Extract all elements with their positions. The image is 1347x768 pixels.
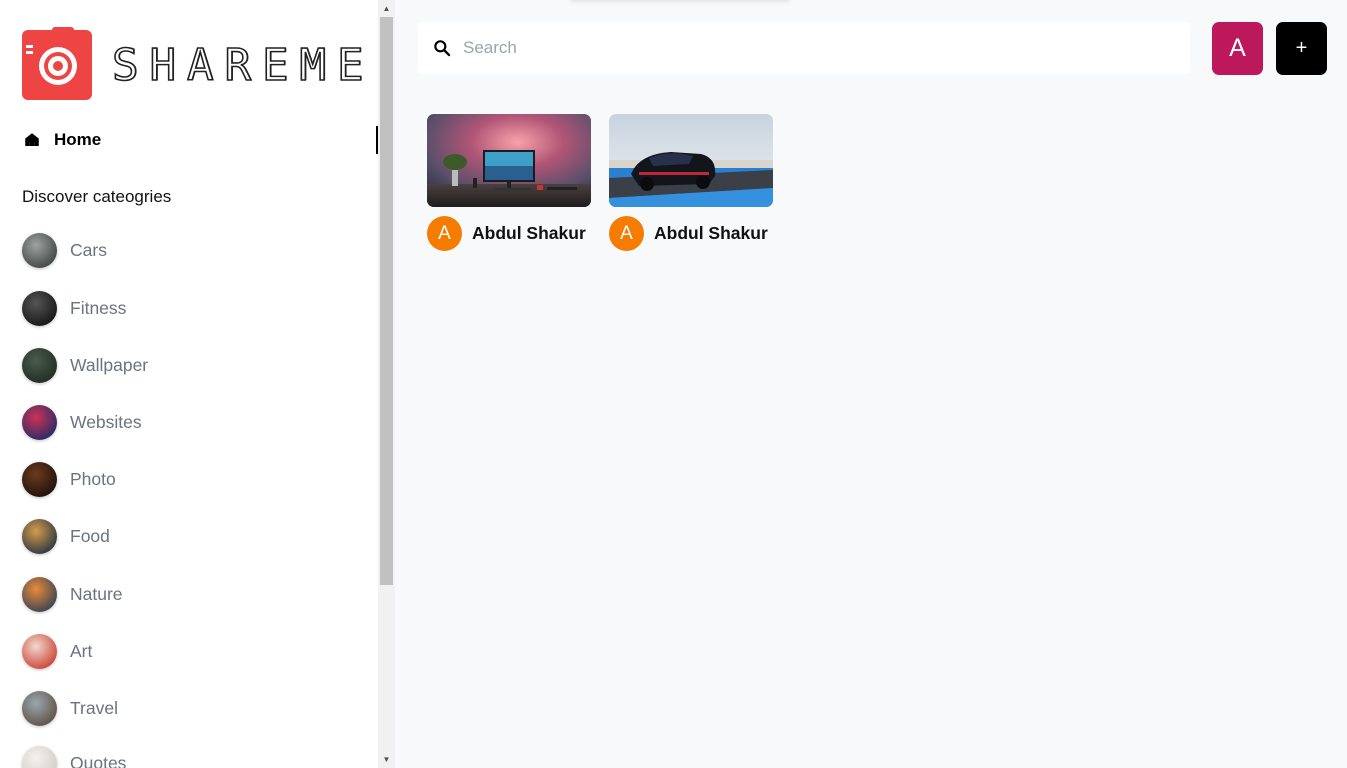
discover-heading: Discover cateogries — [22, 187, 172, 206]
category-thumbnail — [22, 404, 57, 440]
app-window: SHAREME Home Discover cateogries Cars Fi… — [0, 0, 1347, 768]
category-label: Quotes — [70, 752, 127, 768]
search-bar[interactable] — [418, 22, 1190, 74]
category-label: Websites — [70, 411, 142, 432]
pin-card: A Abdul Shakur — [609, 114, 773, 251]
scroll-down-arrow-icon[interactable]: ▼ — [378, 751, 395, 768]
category-label: Art — [70, 640, 93, 661]
category-label: Travel — [70, 697, 118, 718]
search-icon — [434, 40, 451, 57]
category-thumbnail — [22, 633, 57, 669]
category-thumbnail — [22, 461, 57, 497]
category-label: Photo — [70, 468, 116, 489]
category-item-websites[interactable]: Websites — [22, 404, 352, 440]
category-item-cars[interactable]: Cars — [22, 232, 352, 268]
category-item-nature[interactable]: Nature — [22, 576, 352, 612]
scrollbar-thumb[interactable] — [380, 17, 393, 585]
category-label: Wallpaper — [70, 354, 149, 375]
user-avatar-button[interactable]: A — [1212, 22, 1263, 75]
home-icon — [25, 133, 39, 146]
category-item-fitness[interactable]: Fitness — [22, 290, 352, 326]
pin-author[interactable]: A Abdul Shakur — [427, 216, 591, 251]
sports-car-image — [609, 114, 773, 207]
nav-home[interactable]: Home — [22, 126, 378, 154]
category-thumbnail — [22, 518, 57, 554]
category-item-wallpaper[interactable]: Wallpaper — [22, 347, 352, 383]
author-name: Abdul Shakur — [472, 223, 586, 243]
desk-setup-image — [427, 114, 591, 207]
category-label: Nature — [70, 583, 123, 604]
category-item-art[interactable]: Art — [22, 633, 352, 669]
main-content: A + — [395, 0, 1347, 768]
category-thumbnail — [22, 232, 57, 268]
pin-card: A Abdul Shakur — [427, 114, 591, 251]
category-thumbnail — [22, 290, 57, 326]
author-avatar: A — [427, 216, 462, 251]
pin-image[interactable] — [609, 114, 773, 207]
nav-home-label: Home — [54, 130, 102, 149]
category-thumbnail — [22, 576, 57, 612]
category-item-photo[interactable]: Photo — [22, 461, 352, 497]
author-name: Abdul Shakur — [654, 223, 768, 243]
category-label: Fitness — [70, 297, 127, 318]
category-item-travel[interactable]: Travel — [22, 690, 352, 726]
logo[interactable]: SHAREME — [22, 27, 375, 100]
category-thumbnail — [22, 690, 57, 726]
category-item-quotes[interactable]: Quotes — [22, 745, 352, 768]
search-input[interactable] — [463, 28, 1163, 68]
add-pin-button[interactable]: + — [1276, 22, 1327, 75]
sidebar-scrollbar[interactable]: ▲ ▼ — [378, 0, 395, 768]
category-thumbnail — [22, 745, 57, 768]
pin-image[interactable] — [427, 114, 591, 207]
logo-text: SHAREME — [111, 39, 375, 92]
scroll-up-arrow-icon[interactable]: ▲ — [378, 0, 395, 17]
category-item-food[interactable]: Food — [22, 518, 352, 554]
camera-logo-icon — [22, 27, 92, 100]
pin-author[interactable]: A Abdul Shakur — [609, 216, 773, 251]
sidebar: SHAREME Home Discover cateogries Cars Fi… — [0, 0, 378, 768]
category-label: Cars — [70, 239, 107, 260]
author-avatar: A — [609, 216, 644, 251]
category-thumbnail — [22, 347, 57, 383]
category-label: Food — [70, 525, 110, 546]
